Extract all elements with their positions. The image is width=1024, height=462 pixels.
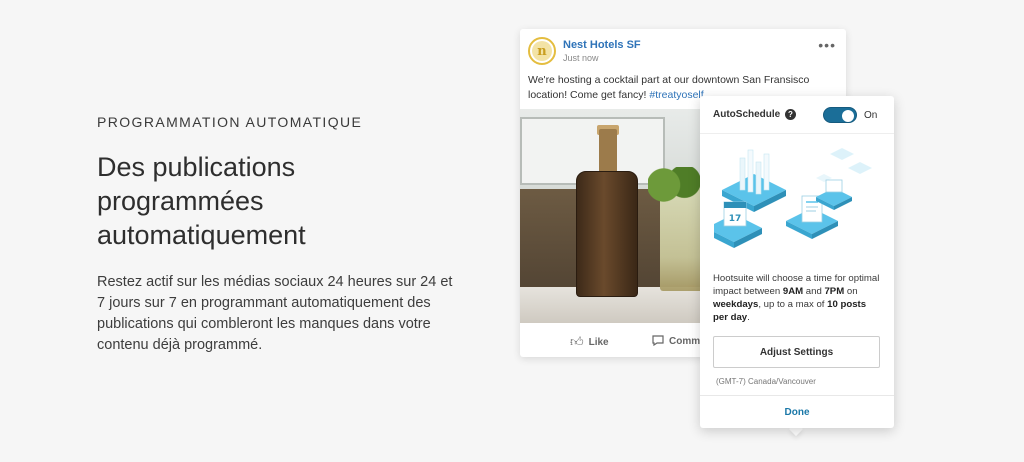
mint-garnish — [648, 167, 700, 203]
avatar[interactable]: n — [528, 37, 556, 65]
popover-footer: Done — [700, 395, 894, 428]
toggle-knob — [842, 110, 854, 122]
post-header: n Nest Hotels SF Just now ••• — [520, 29, 846, 71]
section-eyebrow: PROGRAMMATION AUTOMATIQUE — [97, 114, 363, 130]
autoschedule-toggle[interactable] — [823, 107, 857, 123]
adjust-settings-button[interactable]: Adjust Settings — [713, 336, 880, 368]
comment-button[interactable]: Comm — [652, 334, 700, 349]
ellipsis-icon[interactable]: ••• — [818, 37, 836, 53]
like-label: Like — [588, 336, 609, 348]
done-button[interactable]: Done — [700, 396, 894, 428]
toggle-state-label: On — [864, 110, 878, 121]
help-icon[interactable]: ? — [785, 109, 796, 120]
feature-section: PROGRAMMATION AUTOMATIQUE Des publicatio… — [97, 114, 477, 356]
comment-label: Comm — [669, 336, 701, 347]
thumbs-up-icon: 👍︎ — [570, 334, 584, 349]
autoschedule-description: Hootsuite will choose a time for optimal… — [713, 273, 880, 323]
isometric-tile-icon — [816, 148, 872, 182]
post-page-name[interactable]: Nest Hotels SF — [563, 39, 641, 51]
timezone-label: (GMT-7) Canada/Vancouver — [716, 377, 816, 386]
like-button[interactable]: 👍︎ Like — [570, 334, 609, 350]
autoschedule-header: AutoSchedule ? On — [700, 96, 894, 134]
bottle-neck — [599, 129, 617, 177]
bottle-icon — [576, 171, 638, 297]
section-description: Restez actif sur les médias sociaux 24 h… — [97, 274, 453, 353]
section-headline: Des publications programmées automatique… — [97, 152, 306, 250]
post-timestamp: Just now — [563, 53, 599, 63]
autoschedule-title: AutoSchedule — [713, 109, 781, 120]
autoschedule-popover: AutoSchedule ? On 17 Hootsuite will choo… — [700, 96, 894, 428]
post-hashtag[interactable]: #treatyoself — [649, 89, 703, 101]
calendar-day: 17 — [729, 214, 742, 224]
schedule-illustration: 17 — [714, 148, 872, 248]
nest-logo-icon: n — [532, 41, 552, 61]
comment-icon — [652, 334, 664, 349]
